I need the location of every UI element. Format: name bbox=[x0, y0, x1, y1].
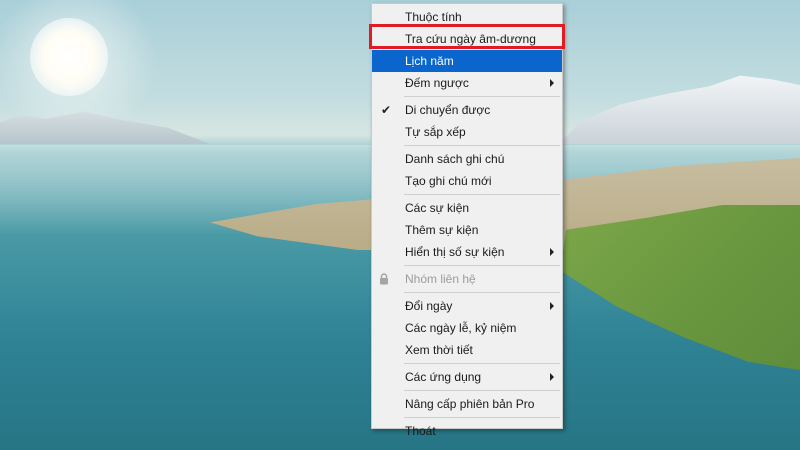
mountain-right bbox=[560, 75, 800, 144]
menu-item-movable[interactable]: ✔ Di chuyển được bbox=[372, 99, 562, 121]
submenu-arrow-icon bbox=[550, 248, 554, 256]
menu-item-label: Di chuyển được bbox=[405, 103, 491, 117]
menu-item-events[interactable]: Các sự kiện bbox=[372, 197, 562, 219]
menu-separator bbox=[404, 194, 560, 195]
menu-separator bbox=[404, 292, 560, 293]
menu-item-show-event-count[interactable]: Hiển thị số sự kiện bbox=[372, 241, 562, 263]
menu-item-apps[interactable]: Các ứng dụng bbox=[372, 366, 562, 388]
menu-separator bbox=[404, 145, 560, 146]
submenu-arrow-icon bbox=[550, 79, 554, 87]
menu-separator bbox=[404, 363, 560, 364]
island-green bbox=[560, 205, 800, 370]
context-menu: Thuộc tính Tra cứu ngày âm-dương Lịch nă… bbox=[371, 3, 563, 438]
submenu-arrow-icon bbox=[550, 373, 554, 381]
menu-item-notes-list[interactable]: Danh sách ghi chú bbox=[372, 148, 562, 170]
menu-item-label: Xem thời tiết bbox=[405, 343, 473, 357]
menu-item-exit[interactable]: Thoát bbox=[372, 420, 562, 442]
menu-item-label: Lịch năm bbox=[405, 54, 454, 68]
menu-item-label: Tạo ghi chú mới bbox=[405, 174, 492, 188]
annotation-highlight-box bbox=[369, 24, 565, 49]
menu-separator bbox=[404, 417, 560, 418]
menu-item-label: Đổi ngày bbox=[405, 299, 453, 313]
menu-item-upgrade-pro[interactable]: Nâng cấp phiên bản Pro bbox=[372, 393, 562, 415]
lock-icon bbox=[380, 273, 388, 285]
menu-item-year-calendar[interactable]: Lịch năm bbox=[372, 50, 562, 72]
menu-item-change-date[interactable]: Đổi ngày bbox=[372, 295, 562, 317]
menu-item-label: Nhóm liên hệ bbox=[405, 272, 476, 286]
submenu-arrow-icon bbox=[550, 302, 554, 310]
menu-item-auto-arrange[interactable]: Tự sắp xếp bbox=[372, 121, 562, 143]
menu-item-countdown[interactable]: Đếm ngược bbox=[372, 72, 562, 94]
menu-separator bbox=[404, 390, 560, 391]
menu-item-label: Các sự kiện bbox=[405, 201, 470, 215]
menu-item-label: Thuộc tính bbox=[405, 10, 462, 24]
menu-item-new-note[interactable]: Tạo ghi chú mới bbox=[372, 170, 562, 192]
menu-separator bbox=[404, 96, 560, 97]
menu-item-label: Đếm ngược bbox=[405, 76, 469, 90]
menu-separator bbox=[404, 265, 560, 266]
menu-item-holidays[interactable]: Các ngày lễ, kỷ niệm bbox=[372, 317, 562, 339]
menu-item-add-event[interactable]: Thêm sự kiện bbox=[372, 219, 562, 241]
menu-item-label: Thêm sự kiện bbox=[405, 223, 479, 237]
menu-item-contact-groups: Nhóm liên hệ bbox=[372, 268, 562, 290]
menu-item-label: Danh sách ghi chú bbox=[405, 152, 505, 166]
menu-item-label: Nâng cấp phiên bản Pro bbox=[405, 397, 535, 411]
checkmark-icon: ✔ bbox=[381, 103, 392, 117]
menu-item-label: Các ngày lễ, kỷ niệm bbox=[405, 321, 517, 335]
sun bbox=[30, 18, 108, 96]
menu-item-label: Các ứng dụng bbox=[405, 370, 482, 384]
menu-item-label: Thoát bbox=[405, 424, 436, 438]
menu-item-weather[interactable]: Xem thời tiết bbox=[372, 339, 562, 361]
menu-item-label: Hiển thị số sự kiện bbox=[405, 245, 505, 259]
menu-item-label: Tự sắp xếp bbox=[405, 125, 466, 139]
